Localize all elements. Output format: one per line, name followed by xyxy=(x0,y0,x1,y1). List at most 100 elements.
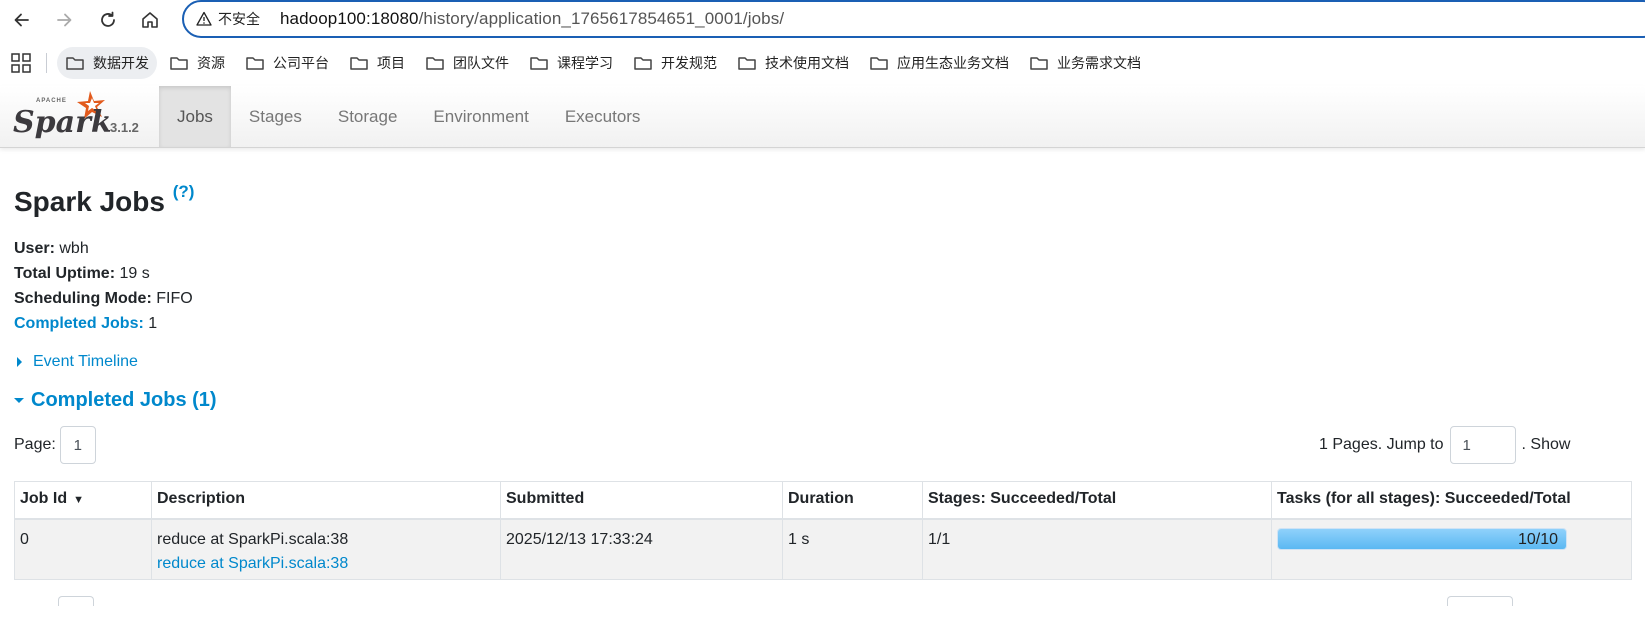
uptime-label: Total Uptime: xyxy=(14,265,116,282)
cell-duration: 1 s xyxy=(782,518,923,580)
tasks-progress-bar: 10/10 xyxy=(1277,527,1567,550)
page-number-button[interactable]: 1 xyxy=(59,426,96,464)
svg-text:Spark: Spark xyxy=(13,105,112,140)
back-arrow-icon xyxy=(14,13,29,27)
folder-icon xyxy=(870,57,888,70)
job-summary: User: wbh Total Uptime: 19 s Scheduling … xyxy=(14,236,193,336)
completed-jobs-link[interactable]: Completed Jobs: xyxy=(14,315,144,332)
bookmark-label: 课程学习 xyxy=(557,55,613,71)
bookmark-label: 资源 xyxy=(197,55,225,71)
bookmarks-divider xyxy=(46,53,47,73)
mode-value: FIFO xyxy=(156,290,193,307)
bookmark-label: 公司平台 xyxy=(273,55,329,71)
header-submitted[interactable]: Submitted xyxy=(500,481,783,520)
bookmark-item[interactable]: 开发规范 xyxy=(625,47,725,79)
user-label: User: xyxy=(14,240,55,257)
bookmark-label: 团队文件 xyxy=(453,55,509,71)
caret-down-icon xyxy=(14,398,24,403)
cell-description: reduce at SparkPi.scala:38 reduce at Spa… xyxy=(151,518,501,580)
home-button[interactable] xyxy=(136,6,164,34)
jump-to-input-bottom[interactable] xyxy=(1447,596,1513,606)
folder-icon xyxy=(66,57,84,70)
bookmark-label: 业务需求文档 xyxy=(1057,55,1141,71)
bookmark-label: 开发规范 xyxy=(661,55,717,71)
home-icon xyxy=(142,12,158,28)
event-timeline-label: Event Timeline xyxy=(33,353,138,370)
browser-toolbar: 不安全 hadoop100:18080/history/application_… xyxy=(0,0,1645,40)
page-title-text: Spark Jobs xyxy=(14,186,165,217)
page-label: Page: xyxy=(14,436,56,453)
folder-icon xyxy=(530,57,548,70)
pager-top-left: Page: 1 xyxy=(14,426,96,464)
bookmark-item[interactable]: 项目 xyxy=(341,47,413,79)
folder-icon xyxy=(634,57,652,70)
bookmark-item[interactable]: 业务需求文档 xyxy=(1021,47,1149,79)
sort-desc-icon: ▼ xyxy=(73,494,84,506)
bookmark-item[interactable]: 应用生态业务文档 xyxy=(861,47,1017,79)
summary-uptime: Total Uptime: 19 s xyxy=(14,261,193,286)
reload-button[interactable] xyxy=(94,6,122,34)
description-text: reduce at SparkPi.scala:38 xyxy=(157,530,349,548)
section-title: Completed Jobs (1) xyxy=(31,389,217,411)
caret-right-icon xyxy=(17,357,22,367)
show-text: . Show xyxy=(1521,436,1571,453)
security-warning[interactable]: 不安全 xyxy=(196,9,260,29)
bookmark-label: 数据开发 xyxy=(93,55,149,71)
cell-submitted: 2025/12/13 17:33:24 xyxy=(500,518,783,580)
completed-jobs-table: Job Id ▼ Description Submitted Duration S… xyxy=(14,481,1632,580)
bookmark-item[interactable]: 技术使用文档 xyxy=(729,47,857,79)
forward-button[interactable] xyxy=(50,6,78,34)
completed-value: 1 xyxy=(148,315,158,332)
page-title: Spark Jobs (?) xyxy=(14,182,194,218)
folder-icon xyxy=(350,57,368,70)
table-row: 0 reduce at SparkPi.scala:38 reduce at S… xyxy=(14,518,1632,580)
event-timeline-toggle[interactable]: Event Timeline xyxy=(14,353,138,371)
tab-executors[interactable]: Executors xyxy=(547,86,659,147)
bookmark-list: 数据开发 资源 公司平台 项目 团队文件 课程学习 开发规范 技术使用文档 应用生态业务文档 业务… xyxy=(57,47,1153,79)
spark-tabs: Jobs Stages Storage Environment Executors xyxy=(159,86,658,147)
header-job-id[interactable]: Job Id ▼ xyxy=(14,481,152,520)
bookmark-item[interactable]: 数据开发 xyxy=(57,47,157,79)
user-value: wbh xyxy=(59,240,89,257)
tab-environment[interactable]: Environment xyxy=(415,86,546,147)
header-description[interactable]: Description xyxy=(151,481,501,520)
security-label: 不安全 xyxy=(218,11,260,27)
url-text[interactable]: hadoop100:18080/history/application_1765… xyxy=(280,9,784,29)
folder-icon xyxy=(246,57,264,70)
jump-to-input[interactable]: 1 xyxy=(1449,426,1516,464)
mode-label: Scheduling Mode: xyxy=(14,290,152,307)
folder-icon xyxy=(738,57,756,70)
spark-logo[interactable]: APACHE Spark xyxy=(12,90,162,144)
apps-grid-icon[interactable] xyxy=(10,52,32,74)
bookmark-item[interactable]: 公司平台 xyxy=(237,47,337,79)
tab-jobs[interactable]: Jobs xyxy=(159,86,231,147)
pager-top-right: 1 Pages. Jump to 1 . Show xyxy=(1319,426,1570,464)
help-link[interactable]: (?) xyxy=(173,182,195,201)
bookmark-label: 应用生态业务文档 xyxy=(897,55,1009,71)
tab-storage[interactable]: Storage xyxy=(320,86,416,147)
page-number-button-bottom[interactable] xyxy=(58,596,94,606)
completed-jobs-toggle[interactable]: Completed Jobs (1) xyxy=(14,389,217,412)
warning-triangle-icon xyxy=(196,11,212,26)
tasks-progress-label: 10/10 xyxy=(1517,530,1558,548)
summary-user: User: wbh xyxy=(14,236,193,261)
url-path: /history/application_1765617854651_0001/… xyxy=(418,9,785,28)
tab-stages[interactable]: Stages xyxy=(231,86,320,147)
bookmark-item[interactable]: 资源 xyxy=(161,47,233,79)
back-button[interactable] xyxy=(8,6,36,34)
cell-stages: 1/1 xyxy=(922,518,1272,580)
forward-arrow-icon xyxy=(57,13,72,27)
bookmark-item[interactable]: 课程学习 xyxy=(521,47,621,79)
description-link[interactable]: reduce at SparkPi.scala:38 xyxy=(157,555,348,572)
svg-text:APACHE: APACHE xyxy=(36,98,67,104)
uptime-value: 19 s xyxy=(119,265,150,282)
header-tasks[interactable]: Tasks (for all stages): Succeeded/Total xyxy=(1271,481,1632,520)
header-stages[interactable]: Stages: Succeeded/Total xyxy=(922,481,1272,520)
bookmark-label: 项目 xyxy=(377,55,405,71)
url-host: hadoop100:18080 xyxy=(280,9,419,28)
folder-icon xyxy=(426,57,444,70)
header-duration[interactable]: Duration xyxy=(782,481,923,520)
bookmark-label: 技术使用文档 xyxy=(765,55,849,71)
address-bar[interactable]: 不安全 hadoop100:18080/history/application_… xyxy=(182,0,1645,38)
bookmark-item[interactable]: 团队文件 xyxy=(417,47,517,79)
